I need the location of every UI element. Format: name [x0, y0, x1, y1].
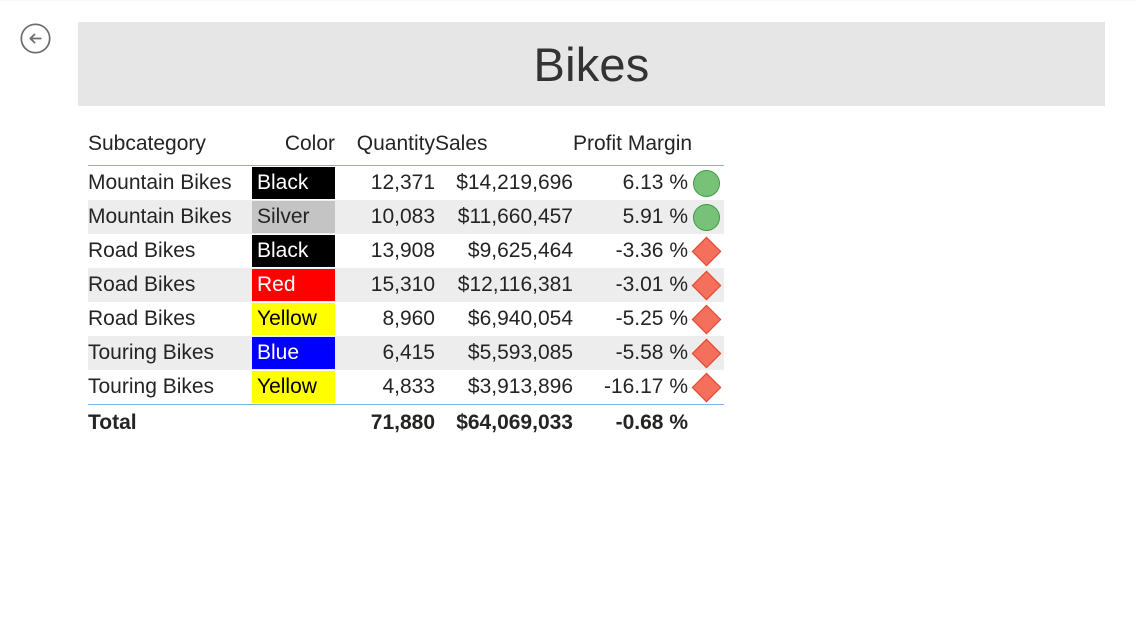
- kpi-green-circle-icon: [692, 203, 720, 231]
- column-header-subcategory[interactable]: Subcategory: [88, 132, 252, 166]
- table-row[interactable]: Mountain Bikes Black 12,371 $14,219,696 6.13…: [88, 166, 724, 201]
- kpi-red-diamond-icon: [691, 338, 721, 368]
- cell-kpi: [688, 336, 724, 370]
- cell-quantity: 6,415: [335, 336, 435, 370]
- page-title: Bikes: [533, 37, 650, 91]
- color-swatch-label: Black: [252, 167, 335, 199]
- table-row[interactable]: Touring Bikes Yellow 4,833 $3,913,896 -16.17…: [88, 370, 724, 405]
- kpi-green-circle-icon: [692, 169, 720, 197]
- kpi-red-diamond-icon: [691, 304, 721, 334]
- cell-color: Silver: [252, 200, 335, 234]
- cell-sales: $12,116,381: [435, 268, 573, 302]
- table-row[interactable]: Touring Bikes Blue 6,415 $5,593,085 -5.58 %: [88, 336, 724, 370]
- cell-kpi: [688, 370, 724, 405]
- page-title-banner: Bikes: [78, 22, 1105, 106]
- color-swatch-label: Blue: [252, 337, 335, 369]
- cell-profit-margin: 6.13 %: [622, 171, 688, 194]
- cell-quantity: 10,083: [335, 200, 435, 234]
- kpi-red-diamond-icon: [691, 236, 721, 266]
- cell-profit-margin: 5.91 %: [573, 200, 688, 234]
- cell-sales: $6,940,054: [467, 307, 573, 330]
- total-quantity: 71,880: [335, 404, 435, 441]
- data-table: Subcategory Color Quantity Sales Profit …: [88, 132, 724, 441]
- column-header-quantity[interactable]: Quantity: [335, 132, 435, 166]
- cell-quantity: 15,310: [335, 268, 435, 302]
- color-swatch-label: Red: [252, 269, 335, 301]
- cell-subcategory: Road Bikes: [88, 239, 196, 262]
- cell-kpi: [688, 200, 724, 234]
- table-total-row: Total 71,880 $64,069,033 -0.68 %: [88, 404, 724, 441]
- cell-sales: $14,219,696: [456, 171, 573, 194]
- kpi-red-diamond-icon: [691, 270, 721, 300]
- column-header-sales[interactable]: Sales: [435, 132, 573, 166]
- column-header-kpi-indicator: [688, 132, 724, 166]
- cell-subcategory: Touring Bikes: [88, 375, 215, 398]
- cell-subcategory: Mountain Bikes: [88, 171, 232, 194]
- color-swatch-label: Black: [252, 235, 335, 267]
- color-swatch-label: Yellow: [252, 371, 335, 403]
- cell-color: Blue: [252, 336, 335, 370]
- table-row[interactable]: Road Bikes Red 15,310 $12,116,381 -3.01 %: [88, 268, 724, 302]
- cell-color: Red: [252, 268, 335, 302]
- cell-subcategory: Road Bikes: [88, 268, 252, 302]
- cell-profit-margin: -3.36 %: [615, 239, 688, 262]
- table-row[interactable]: Road Bikes Yellow 8,960 $6,940,054 -5.25 %: [88, 302, 724, 336]
- cell-sales: $3,913,896: [467, 375, 573, 398]
- cell-sales: $9,625,464: [467, 239, 573, 262]
- cell-profit-margin: -3.01 %: [573, 268, 688, 302]
- column-header-profit-margin[interactable]: Profit Margin: [573, 132, 692, 166]
- table-row[interactable]: Road Bikes Black 13,908 $9,625,464 -3.36 %: [88, 234, 724, 268]
- kpi-red-diamond-icon: [691, 372, 721, 402]
- table-header: Subcategory Color Quantity Sales Profit …: [88, 132, 724, 166]
- cell-quantity: 8,960: [382, 307, 435, 330]
- header-row: Subcategory Color Quantity Sales Profit …: [88, 132, 724, 166]
- total-kpi: [688, 404, 724, 441]
- total-profit-margin: -0.68 %: [573, 404, 688, 441]
- top-hairline: [0, 0, 1136, 2]
- cell-color: Yellow: [252, 370, 335, 405]
- cell-profit-margin: -5.25 %: [615, 307, 688, 330]
- cell-kpi: [688, 302, 724, 336]
- cell-subcategory: Road Bikes: [88, 307, 196, 330]
- cell-kpi: [688, 268, 724, 302]
- column-header-color[interactable]: Color: [252, 132, 335, 166]
- cell-kpi: [688, 234, 724, 268]
- cell-sales: $5,593,085: [435, 336, 573, 370]
- total-label: Total: [88, 404, 252, 441]
- color-swatch-label: Yellow: [252, 303, 335, 335]
- cell-profit-margin: -5.58 %: [573, 336, 688, 370]
- cell-color: Black: [252, 166, 335, 201]
- cell-color: Black: [252, 234, 335, 268]
- cell-profit-margin: -16.17 %: [603, 375, 688, 398]
- color-swatch-label: Silver: [252, 201, 335, 233]
- cell-sales: $11,660,457: [435, 200, 573, 234]
- cell-quantity: 12,371: [370, 171, 435, 194]
- table-body: Mountain Bikes Black 12,371 $14,219,696 6.13…: [88, 166, 724, 441]
- cell-kpi: [688, 166, 724, 201]
- cell-quantity: 13,908: [370, 239, 435, 262]
- total-color: [252, 404, 335, 441]
- matrix-visual: Subcategory Color Quantity Sales Profit …: [88, 132, 724, 441]
- back-button[interactable]: [19, 22, 52, 55]
- cell-color: Yellow: [252, 302, 335, 336]
- table-row[interactable]: Mountain Bikes Silver 10,083 $11,660,457 5.9…: [88, 200, 724, 234]
- cell-subcategory: Mountain Bikes: [88, 200, 252, 234]
- total-sales: $64,069,033: [435, 404, 573, 441]
- cell-subcategory: Touring Bikes: [88, 336, 252, 370]
- cell-quantity: 4,833: [382, 375, 435, 398]
- circled-left-arrow-icon: [20, 23, 51, 54]
